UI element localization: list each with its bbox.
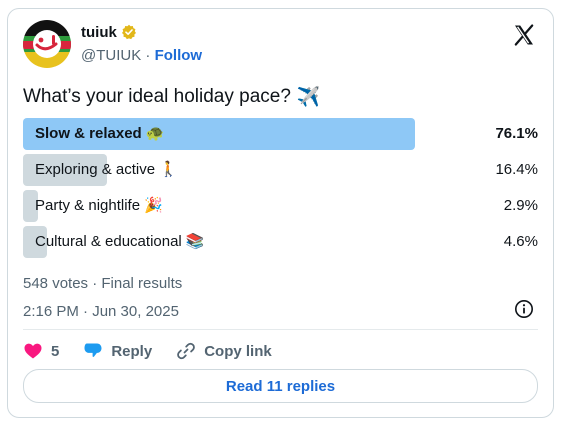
tweet-card: tuiuk @TUIUK · Follow What’s your ideal …: [7, 8, 554, 418]
link-icon: [177, 342, 196, 360]
copy-link-label: Copy link: [204, 342, 272, 360]
poll: Slow & relaxed 🐢 76.1% Exploring & activ…: [23, 118, 538, 262]
info-icon[interactable]: [514, 299, 534, 319]
divider: [23, 329, 538, 330]
books-icon: 📚: [185, 233, 205, 250]
verified-badge-icon: [121, 24, 137, 40]
author-name[interactable]: tuiuk: [81, 24, 117, 41]
reply-bubble-icon: [84, 343, 102, 357]
poll-option: Party & nightlife 🎉 2.9%: [23, 190, 538, 222]
poll-option: Slow & relaxed 🐢 76.1%: [23, 118, 538, 150]
follow-button[interactable]: Follow: [155, 47, 203, 64]
poll-option-label: Slow & relaxed: [35, 125, 142, 142]
avatar[interactable]: [23, 20, 71, 68]
separator: ·: [145, 47, 151, 64]
poll-option-label: Party & nightlife: [35, 197, 141, 214]
author-handle[interactable]: @TUIUK: [81, 47, 141, 64]
poll-option-label: Exploring & active: [35, 161, 156, 178]
action-bar: 5 Reply Copy link: [23, 339, 272, 363]
turtle-icon: 🐢: [145, 125, 165, 142]
poll-option: Exploring & active 🚶 16.4%: [23, 154, 538, 186]
x-logo-icon[interactable]: [512, 23, 536, 47]
reply-label: Reply: [111, 342, 153, 360]
walking-person-icon: 🚶: [159, 161, 178, 178]
party-popper-icon: 🎉: [144, 197, 163, 214]
read-replies-button[interactable]: Read 11 replies: [23, 369, 538, 403]
tui-logo-icon: [23, 20, 71, 68]
like-count: 5: [51, 342, 60, 360]
like-button[interactable]: 5: [23, 341, 59, 361]
read-replies-label: Read 11 replies: [225, 377, 336, 395]
poll-option: Cultural & educational 📚 4.6%: [23, 226, 538, 258]
poll-option-percent: 76.1%: [495, 125, 538, 142]
heart-icon: [24, 343, 42, 359]
tweet-text: What’s your ideal holiday pace? ✈️: [23, 85, 321, 109]
poll-option-percent: 2.9%: [503, 197, 538, 214]
copy-link-button[interactable]: Copy link: [176, 341, 272, 361]
poll-results-summary: 548 votes · Final results: [23, 275, 183, 292]
tweet-timestamp[interactable]: 2:16 PM · Jun 30, 2025: [23, 303, 179, 320]
tweet-header: tuiuk @TUIUK · Follow: [23, 20, 538, 72]
poll-option-percent: 4.6%: [503, 233, 538, 250]
poll-option-label: Cultural & educational: [35, 233, 182, 250]
poll-question: What’s your ideal holiday pace?: [23, 86, 291, 107]
reply-button[interactable]: Reply: [83, 341, 152, 361]
poll-option-percent: 16.4%: [495, 161, 538, 178]
airplane-icon: ✈️: [296, 87, 321, 108]
author-info: tuiuk @TUIUK · Follow: [81, 22, 202, 67]
